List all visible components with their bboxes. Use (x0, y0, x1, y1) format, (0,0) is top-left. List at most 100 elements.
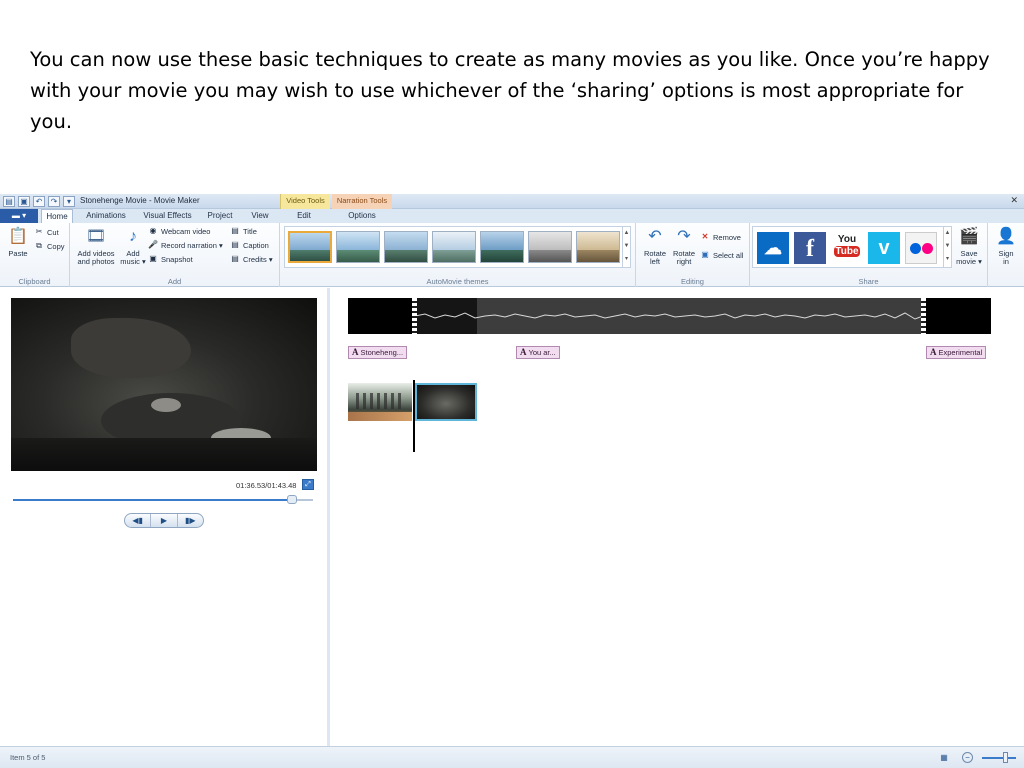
tab-home[interactable]: Home (41, 209, 73, 223)
caption-button[interactable]: ▤ Caption (230, 239, 269, 251)
zoom-slider[interactable] (982, 757, 1016, 759)
context-tab-narration-tools: Narration Tools (332, 194, 392, 209)
music-note-icon: ♪ (129, 228, 137, 245)
caption-a-icon: A (520, 347, 527, 357)
user-icon: 👤 (996, 228, 1016, 245)
themes-gallery: ▲ ▼ ▾ (284, 226, 631, 268)
credits-button[interactable]: ▤ Credits ▾ (230, 253, 272, 265)
facebook-icon[interactable]: f (794, 232, 826, 264)
caption-a-icon: A (352, 347, 359, 357)
previous-frame-icon[interactable]: ◀▮ (125, 514, 152, 527)
record-narration-button[interactable]: 🎤 Record narration ▾ (148, 239, 223, 251)
undo-icon[interactable]: ↶ (33, 196, 45, 207)
playhead[interactable] (413, 380, 415, 452)
title-button[interactable]: ▤ Title (230, 225, 257, 237)
webcam-video-button[interactable]: ◉ Webcam video (148, 225, 211, 237)
zoom-control: ▦ − (938, 751, 1020, 765)
close-icon[interactable]: ✕ (1010, 195, 1018, 206)
audio-waveform[interactable] (348, 298, 991, 334)
video-frame-hand (71, 318, 191, 378)
caption-item[interactable]: A Stoneheng... (348, 346, 408, 359)
quick-access-toolbar: ▤ ▣ ↶ ↷ ▾ (0, 194, 75, 209)
webcam-icon: ◉ (149, 226, 157, 235)
group-label-add: Add (167, 277, 182, 286)
snapshot-button[interactable]: ▣ Snapshot (148, 253, 192, 265)
caption-item[interactable]: A You ar... (516, 346, 560, 359)
rotate-left-button[interactable]: ↶ Rotate left (640, 227, 670, 266)
caption-item[interactable]: A Experimental (926, 346, 987, 359)
tab-view[interactable]: View (245, 209, 275, 223)
select-all-button[interactable]: ▣ Select all (700, 249, 743, 261)
cut-button[interactable]: ✂ Cut (34, 226, 59, 238)
preview-pane: 01:36.53/01:43.48 ⤢ ◀▮ ▶ ▮▶ (0, 288, 330, 746)
video-clip-selected[interactable] (415, 383, 477, 421)
video-frame-ground (11, 438, 317, 471)
next-frame-icon[interactable]: ▮▶ (178, 514, 203, 527)
save-movie-icon: 🎬 (959, 228, 979, 245)
zoom-out-icon[interactable]: − (962, 752, 973, 763)
seek-thumb[interactable] (287, 495, 297, 504)
play-icon[interactable]: ▶ (151, 514, 178, 527)
flickr-icon[interactable] (905, 232, 937, 264)
movie-maker-window: ▤ ▣ ↶ ↷ ▾ Stonehenge Movie - Movie Maker… (0, 194, 1024, 768)
waveform-end-marker[interactable] (921, 298, 926, 334)
credits-icon: ▤ (231, 254, 239, 263)
tab-options[interactable]: Options (340, 209, 384, 223)
theme-thumbnail[interactable] (288, 231, 332, 263)
rotate-right-button[interactable]: ↷ Rotate right (669, 227, 699, 266)
sign-in-button[interactable]: 👤 Sign in (991, 227, 1021, 266)
storyboard-view-icon[interactable]: ▦ (938, 752, 950, 764)
file-menu-button[interactable]: ▬ ▾ (0, 209, 38, 223)
app-menu-icon[interactable]: ▤ (3, 196, 15, 207)
tab-animations[interactable]: Animations (80, 209, 132, 223)
redo-icon[interactable]: ↷ (48, 196, 60, 207)
tab-visual-effects[interactable]: Visual Effects (140, 209, 195, 223)
theme-thumbnail[interactable] (528, 231, 572, 263)
remove-x-icon: ✕ (701, 232, 709, 241)
theme-thumbnail[interactable] (576, 231, 620, 263)
status-item-count: Item 5 of 5 (10, 753, 46, 762)
camera-icon: ▣ (149, 254, 157, 263)
qat-dropdown-icon[interactable]: ▾ (63, 196, 75, 207)
group-editing: ↶ Rotate left ↷ Rotate right ✕ Remove ▣ … (636, 223, 750, 287)
save-icon[interactable]: ▣ (18, 196, 30, 207)
theme-thumbnail[interactable] (432, 231, 476, 263)
group-sign-in: 👤 Sign in (988, 223, 1024, 287)
vimeo-icon[interactable]: v (868, 232, 900, 264)
fullscreen-icon[interactable]: ⤢ (302, 479, 314, 490)
save-movie-button[interactable]: 🎬 Save movie ▾ (954, 227, 984, 266)
gallery-scroll-icon[interactable]: ▲ ▼ ▾ (622, 227, 630, 267)
group-label-themes: AutoMovie themes (426, 277, 489, 286)
tab-edit[interactable]: Edit (288, 209, 320, 223)
select-all-icon: ▣ (701, 250, 709, 259)
theme-thumbnail[interactable] (336, 231, 380, 263)
group-label-share: Share (858, 277, 879, 286)
theme-thumbnail[interactable] (384, 231, 428, 263)
share-scroll-icon[interactable]: ▲ ▼ ▾ (943, 227, 951, 267)
video-preview[interactable] (11, 298, 317, 471)
scissors-icon: ✂ (35, 227, 43, 236)
tab-project[interactable]: Project (203, 209, 237, 223)
playback-timecode: 01:36.53/01:43.48 (236, 481, 297, 490)
add-music-button[interactable]: ♪ Add music ▾ (120, 227, 146, 266)
window-title: Stonehenge Movie - Movie Maker (80, 196, 200, 205)
copy-button[interactable]: ⧉ Copy (34, 240, 64, 252)
clipboard-icon: 📋 (8, 228, 28, 245)
zoom-thumb[interactable] (1003, 752, 1008, 763)
waveform-start-marker[interactable] (412, 298, 417, 334)
group-clipboard: 📋 Paste ✂ Cut ⧉ Copy Clipboard (0, 223, 70, 287)
share-gallery: ☁ f You Tube v ▲ ▼ ▾ (752, 226, 952, 268)
seek-slider[interactable] (13, 495, 313, 504)
skydrive-icon[interactable]: ☁ (757, 232, 789, 264)
group-label-clipboard: Clipboard (18, 277, 51, 286)
paste-button[interactable]: 📋 Paste (4, 227, 32, 258)
theme-thumbnail[interactable] (480, 231, 524, 263)
youtube-icon[interactable]: You Tube (831, 232, 863, 264)
add-videos-button[interactable]: 🎞 Add videos and photos (74, 227, 118, 266)
seek-progress (13, 499, 292, 501)
copy-icon: ⧉ (36, 241, 42, 250)
ribbon-tabs: ▬ ▾ Home Animations Visual Effects Proje… (0, 209, 1024, 223)
video-clip[interactable] (348, 383, 412, 421)
remove-button[interactable]: ✕ Remove (700, 231, 741, 243)
waveform-trace (415, 312, 923, 320)
